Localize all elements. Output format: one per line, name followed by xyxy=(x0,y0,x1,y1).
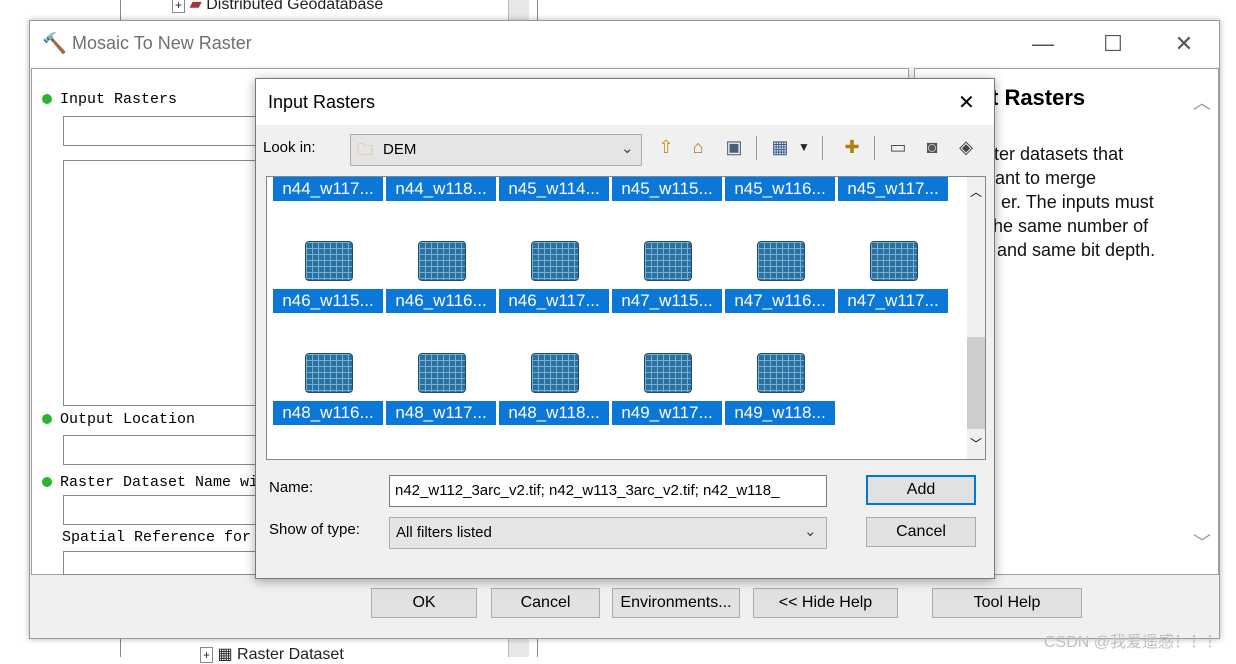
look-in-value: DEM xyxy=(383,141,417,158)
show-type-value: All filters listed xyxy=(396,524,492,541)
raster-file-item[interactable]: n45_w116... xyxy=(725,177,835,201)
chevron-down-icon: ⌄ xyxy=(621,140,634,157)
raster-file-icon[interactable] xyxy=(305,353,353,393)
raster-file-icon[interactable] xyxy=(757,353,805,393)
look-in-dropdown[interactable]: 🗀 DEM ⌄ xyxy=(350,134,642,166)
raster-file-icon[interactable] xyxy=(531,241,579,281)
output-location-field-label: Output Location xyxy=(42,411,195,428)
name-input[interactable]: n42_w112_3arc_v2.tif; n42_w113_3arc_v2.t… xyxy=(389,475,827,507)
cancel-button[interactable]: Cancel xyxy=(491,588,600,618)
minimize-button[interactable]: — xyxy=(1020,27,1066,61)
dialog-title: Input Rasters xyxy=(268,92,376,112)
input-rasters-input[interactable] xyxy=(63,116,265,146)
raster-file-icon[interactable] xyxy=(418,353,466,393)
raster-file-item[interactable]: n46_w117... xyxy=(499,289,609,313)
folder-icon: 🗀 xyxy=(357,142,374,159)
add-button[interactable]: Add xyxy=(866,475,976,505)
raster-file-icon[interactable] xyxy=(305,241,353,281)
help-line: ster datasets that xyxy=(985,144,1124,164)
name-label: Name: xyxy=(269,479,314,496)
raster-file-item[interactable]: n46_w116... xyxy=(386,289,496,313)
look-in-label: Look in: xyxy=(263,139,316,156)
raster-file-item[interactable]: n45_w114... xyxy=(499,177,609,201)
chevron-down-icon: ⌄ xyxy=(804,523,817,540)
raster-file-item[interactable]: n47_w116... xyxy=(725,289,835,313)
spatial-reference-field-label: Spatial Reference for xyxy=(62,529,252,546)
scroll-up-icon[interactable]: ︿ xyxy=(970,183,982,200)
tool-help-button[interactable]: Tool Help xyxy=(932,588,1082,618)
help-line: ant to merge xyxy=(995,168,1097,188)
raster-file-item[interactable]: n47_w117... xyxy=(838,289,948,313)
raster-file-item[interactable]: n44_w117... xyxy=(273,177,383,201)
home-icon[interactable]: ⌂ xyxy=(686,134,710,160)
database-icon[interactable]: ◙ xyxy=(920,134,944,160)
help-line: he same number of xyxy=(993,216,1149,236)
raster-file-icon[interactable] xyxy=(418,241,466,281)
scroll-thumb[interactable] xyxy=(967,337,985,429)
watermark: CSDN @我爱遥感！！！ xyxy=(1043,634,1222,651)
environments-button[interactable]: Environments... xyxy=(612,588,740,618)
required-dot-icon xyxy=(42,414,52,425)
raster-file-icon[interactable] xyxy=(757,241,805,281)
expand-icon[interactable]: + xyxy=(200,647,214,663)
raster-dataset-icon: ▦ xyxy=(217,646,233,663)
raster-file-item[interactable]: n47_w115... xyxy=(612,289,722,313)
raster-name-field-label: Raster Dataset Name wi xyxy=(42,474,258,491)
hammer-icon: 🔨 xyxy=(42,33,67,55)
view-dropdown-icon[interactable]: ▼ xyxy=(792,134,816,160)
raster-file-item[interactable]: n45_w117... xyxy=(838,177,948,201)
expand-icon[interactable]: + xyxy=(172,0,186,13)
raster-file-icon[interactable] xyxy=(644,353,692,393)
help-heading: t Rasters xyxy=(991,85,1086,110)
tree-item-raster-dataset[interactable]: + ▦ Raster Dataset xyxy=(200,644,344,664)
raster-file-icon[interactable] xyxy=(870,241,918,281)
raster-file-item[interactable]: n49_w118... xyxy=(725,401,835,425)
show-type-dropdown[interactable]: All filters listed ⌄ xyxy=(389,517,827,549)
tree-item-distributed-geodatabase[interactable]: + ▰ Distributed Geodatabase xyxy=(172,0,383,14)
raster-name-input[interactable] xyxy=(63,495,265,525)
show-type-label: Show of type: xyxy=(269,521,360,538)
input-rasters-field-label: Input Rasters xyxy=(42,91,177,108)
toolbox-icon[interactable]: ◈ xyxy=(954,134,978,160)
scroll-up-icon[interactable]: ︿ xyxy=(1193,89,1211,115)
required-dot-icon xyxy=(42,477,52,488)
help-line: and same bit depth. xyxy=(997,240,1156,260)
new-folder-icon[interactable]: ✚ xyxy=(840,134,864,160)
raster-file-item[interactable]: n49_w117... xyxy=(612,401,722,425)
scroll-down-icon[interactable]: ﹀ xyxy=(1193,529,1211,555)
geodatabase-icon: ▰ xyxy=(189,0,202,13)
close-button[interactable]: ✕ xyxy=(1161,27,1207,61)
window-title: Mosaic To New Raster xyxy=(72,33,252,53)
output-location-input[interactable] xyxy=(63,435,265,465)
raster-file-item[interactable]: n48_w117... xyxy=(386,401,496,425)
file-browser-scrollbar[interactable]: ︿ ﹀ xyxy=(967,177,985,459)
maximize-button[interactable]: ☐ xyxy=(1090,27,1136,61)
input-rasters-list[interactable] xyxy=(63,160,265,406)
raster-file-item[interactable]: n48_w116... xyxy=(273,401,383,425)
raster-file-item[interactable]: n48_w118... xyxy=(499,401,609,425)
close-icon[interactable]: ✕ xyxy=(958,90,975,115)
name-value: n42_w112_3arc_v2.tif; n42_w113_3arc_v2.t… xyxy=(395,482,780,499)
file-browser-grid[interactable]: n44_w117... n44_w118... n45_w114... n45_w11… xyxy=(266,176,986,460)
raster-file-item[interactable]: n44_w118... xyxy=(386,177,496,201)
scroll-down-icon[interactable]: ﹀ xyxy=(970,435,982,452)
dialog-cancel-button[interactable]: Cancel xyxy=(866,517,976,547)
up-one-level-icon[interactable]: ⇧ xyxy=(654,134,678,160)
required-dot-icon xyxy=(42,94,52,105)
window-titlebar: 🔨 Mosaic To New Raster — ☐ ✕ xyxy=(30,21,1219,67)
raster-file-item[interactable]: n46_w115... xyxy=(273,289,383,313)
catalog-icon[interactable]: ▭ xyxy=(886,134,910,160)
ok-button[interactable]: OK xyxy=(371,588,477,618)
input-rasters-dialog: Input Rasters ✕ Look in: 🗀 DEM ⌄ ⇧ ⌂ ▣ ▦… xyxy=(255,78,995,579)
raster-file-icon[interactable] xyxy=(644,241,692,281)
raster-file-item[interactable]: n45_w115... xyxy=(612,177,722,201)
connect-folder-icon[interactable]: ▣ xyxy=(722,134,746,160)
raster-file-icon[interactable] xyxy=(531,353,579,393)
hide-help-button[interactable]: << Hide Help xyxy=(753,588,898,618)
help-line: er. The inputs must xyxy=(1001,192,1154,212)
spatial-reference-input[interactable] xyxy=(63,551,265,575)
view-mode-icon[interactable]: ▦ xyxy=(768,134,792,160)
dialog-titlebar: Input Rasters ✕ xyxy=(256,79,994,125)
